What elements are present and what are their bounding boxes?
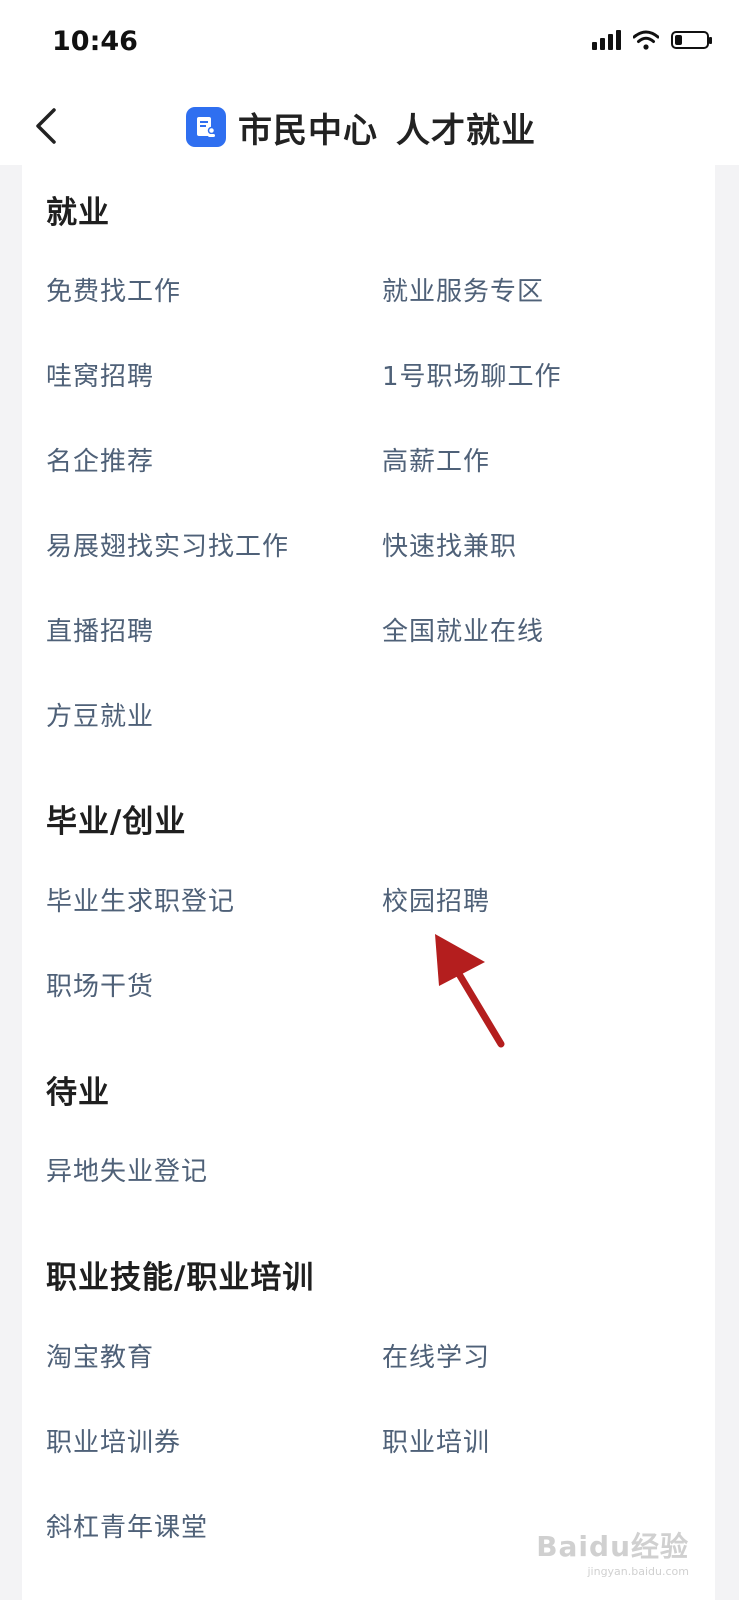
section-title-vocational-training: 职业技能/职业培训 bbox=[46, 1260, 315, 1296]
back-arrow-icon[interactable] bbox=[30, 104, 70, 148]
link-workplace-tips[interactable]: 职场干货 bbox=[46, 966, 154, 1003]
link-live-recruitment[interactable]: 直播招聘 bbox=[46, 611, 154, 648]
link-graduate-registration[interactable]: 毕业生求职登记 bbox=[46, 881, 235, 918]
link-part-time-jobs[interactable]: 快速找兼职 bbox=[382, 526, 517, 563]
link-remote-unemployment-registration[interactable]: 异地失业登记 bbox=[46, 1151, 208, 1188]
section-title-unemployed: 待业 bbox=[46, 1075, 110, 1111]
link-fangdou-employment[interactable]: 方豆就业 bbox=[46, 696, 154, 733]
service-list-card: 就业 免费找工作 就业服务专区 哇窝招聘 1号职场聊工作 名企推荐 高薪工作 易… bbox=[22, 165, 715, 1600]
link-high-salary-jobs[interactable]: 高薪工作 bbox=[382, 441, 490, 478]
cellular-signal-icon bbox=[592, 30, 621, 50]
watermark-url: jingyan.baidu.com bbox=[587, 1565, 689, 1578]
status-icons bbox=[592, 30, 712, 50]
link-famous-company[interactable]: 名企推荐 bbox=[46, 441, 154, 478]
page-title: 市民中心 人才就业 bbox=[186, 104, 536, 151]
status-bar: 10:46 bbox=[0, 0, 739, 90]
link-employment-service-zone[interactable]: 就业服务专区 bbox=[382, 271, 544, 308]
status-time: 10:46 bbox=[52, 26, 138, 57]
section-title-employment: 就业 bbox=[46, 195, 110, 231]
nav-bar: 市民中心 人才就业 bbox=[0, 90, 739, 165]
link-slash-youth-class[interactable]: 斜杠青年课堂 bbox=[46, 1507, 208, 1544]
battery-icon bbox=[671, 31, 712, 49]
baidu-watermark: Baidu经验 jingyan.baidu.com bbox=[536, 1525, 689, 1578]
watermark-brand: Baidu经验 bbox=[536, 1530, 689, 1563]
wifi-icon bbox=[633, 30, 659, 50]
link-online-learning[interactable]: 在线学习 bbox=[382, 1337, 490, 1374]
link-free-job-search[interactable]: 免费找工作 bbox=[46, 271, 181, 308]
link-wawo-recruitment[interactable]: 哇窝招聘 bbox=[46, 356, 154, 393]
link-vocational-training[interactable]: 职业培训 bbox=[382, 1422, 490, 1459]
link-training-voucher[interactable]: 职业培训券 bbox=[46, 1422, 181, 1459]
link-no1-workplace-chat[interactable]: 1号职场聊工作 bbox=[382, 356, 562, 393]
title-talent-employment: 人才就业 bbox=[396, 110, 536, 151]
annotation-arrow-icon bbox=[435, 934, 505, 1048]
section-title-graduation: 毕业/创业 bbox=[46, 804, 187, 840]
title-citizen-center: 市民中心 bbox=[238, 110, 378, 151]
link-internship-search[interactable]: 易展翅找实习找工作 bbox=[46, 526, 289, 563]
link-campus-recruitment[interactable]: 校园招聘 bbox=[382, 881, 490, 918]
citizen-center-logo-icon bbox=[186, 107, 226, 147]
link-taobao-education[interactable]: 淘宝教育 bbox=[46, 1337, 154, 1374]
link-national-employment-online[interactable]: 全国就业在线 bbox=[382, 611, 544, 648]
